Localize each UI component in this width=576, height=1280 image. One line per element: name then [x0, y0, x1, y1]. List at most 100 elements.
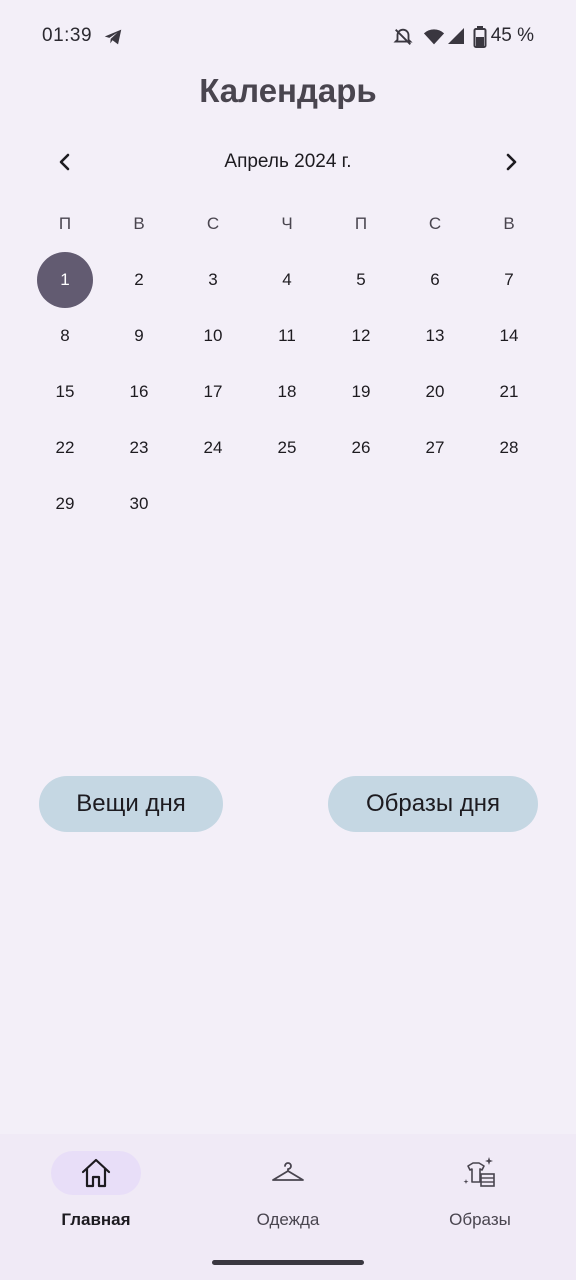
nav-item-outfits[interactable]: Образы: [384, 1134, 576, 1244]
day-cell[interactable]: 22: [28, 420, 102, 476]
day-cell[interactable]: 30: [102, 476, 176, 532]
day-number: 11: [278, 326, 296, 345]
calendar-week-row: 22 23 24 25 26 27 28: [28, 420, 546, 476]
day-cell[interactable]: 2: [102, 252, 176, 308]
day-cell[interactable]: 28: [472, 420, 546, 476]
day-number: 8: [60, 326, 70, 345]
day-number: 2: [134, 270, 144, 289]
mute-icon: [392, 26, 414, 53]
items-of-day-button[interactable]: Вещи дня: [39, 776, 223, 832]
next-month-button[interactable]: [489, 140, 533, 184]
day-cell[interactable]: 17: [176, 364, 250, 420]
day-cell[interactable]: 13: [398, 308, 472, 364]
nav-label-home: Главная: [61, 1210, 131, 1229]
day-cell[interactable]: 6: [398, 252, 472, 308]
outfits-of-day-button[interactable]: Образы дня: [328, 776, 538, 832]
nav-label-clothes: Одежда: [256, 1210, 320, 1229]
day-cell[interactable]: 27: [398, 420, 472, 476]
day-cell[interactable]: 25: [250, 420, 324, 476]
day-cell[interactable]: 12: [324, 308, 398, 364]
day-number: 15: [55, 382, 75, 401]
bottom-navigation: Главная Одежда Образы: [0, 1134, 576, 1280]
day-cell[interactable]: 4: [250, 252, 324, 308]
signal-icon: [446, 26, 466, 51]
empty-day-cell: [176, 476, 250, 532]
day-number: [333, 476, 389, 532]
nav-item-clothes[interactable]: Одежда: [192, 1134, 384, 1244]
day-cell[interactable]: 21: [472, 364, 546, 420]
calendar-week-row: 29 30: [28, 476, 546, 532]
day-number: 25: [277, 438, 297, 457]
day-cell[interactable]: 20: [398, 364, 472, 420]
empty-day-cell: [250, 476, 324, 532]
day-number: 7: [504, 270, 514, 289]
day-cell[interactable]: 10: [176, 308, 250, 364]
day-number: 16: [129, 382, 149, 401]
battery-percentage: 45 %: [490, 25, 534, 46]
day-cell[interactable]: 8: [28, 308, 102, 364]
day-cell[interactable]: 11: [250, 308, 324, 364]
battery-icon: [473, 26, 487, 53]
weekday-label: С: [428, 214, 442, 233]
selected-day-cell[interactable]: 1: [28, 252, 102, 308]
day-cell[interactable]: 18: [250, 364, 324, 420]
nav-label-outfits: Образы: [449, 1210, 511, 1229]
day-number: 19: [351, 382, 371, 401]
nav-item-home[interactable]: Главная: [0, 1134, 192, 1244]
weekday-label: В: [503, 214, 515, 233]
day-cell[interactable]: 29: [28, 476, 102, 532]
weekday-label: Ч: [281, 214, 293, 233]
day-cell[interactable]: 15: [28, 364, 102, 420]
outfit-icon: [463, 1157, 495, 1187]
day-number: 6: [430, 270, 440, 289]
calendar-week-row: 15 16 17 18 19 20 21: [28, 364, 546, 420]
telegram-icon: [102, 26, 124, 48]
day-cell[interactable]: 16: [102, 364, 176, 420]
day-cell[interactable]: 24: [176, 420, 250, 476]
hanger-icon: [272, 1162, 304, 1181]
day-number: 28: [499, 438, 519, 457]
weekday-label: П: [58, 214, 72, 233]
day-cell[interactable]: 19: [324, 364, 398, 420]
day-number: 18: [277, 382, 297, 401]
day-number: 26: [351, 438, 371, 457]
day-number: 21: [499, 382, 519, 401]
day-cell[interactable]: 23: [102, 420, 176, 476]
day-cell[interactable]: 26: [324, 420, 398, 476]
home-indicator-bar[interactable]: [212, 1260, 364, 1265]
weekday-label: П: [354, 214, 368, 233]
day-number: 24: [203, 438, 223, 457]
day-number: 29: [55, 494, 75, 513]
empty-day-cell: [472, 476, 546, 532]
nav-active-indicator: [51, 1151, 141, 1195]
wifi-icon: [423, 26, 445, 53]
weekday-label: В: [133, 214, 145, 233]
day-cell[interactable]: 14: [472, 308, 546, 364]
day-number: 14: [499, 326, 519, 345]
calendar-week-row: 8 9 10 11 12 13 14: [28, 308, 546, 364]
day-number: 12: [351, 326, 371, 345]
day-number: 4: [282, 270, 292, 289]
day-number: [481, 476, 537, 532]
page-title: Календарь: [199, 72, 377, 109]
empty-day-cell: [324, 476, 398, 532]
day-cell[interactable]: 9: [102, 308, 176, 364]
day-number: 17: [203, 382, 223, 401]
day-number: 13: [425, 326, 445, 345]
day-number: 23: [129, 438, 149, 457]
day-number: 10: [203, 326, 223, 345]
day-number: 3: [208, 270, 218, 289]
weekday-label: С: [206, 214, 220, 233]
day-number: 20: [425, 382, 445, 401]
chevron-right-icon: [506, 153, 517, 171]
calendar-week-row: 1 2 3 4 5 6 7: [28, 252, 546, 308]
day-cell[interactable]: 7: [472, 252, 546, 308]
day-cell[interactable]: 3: [176, 252, 250, 308]
status-time: 01:39: [42, 25, 93, 46]
empty-day-cell: [398, 476, 472, 532]
home-icon: [81, 1158, 111, 1188]
day-number: [259, 476, 315, 532]
day-cell[interactable]: 5: [324, 252, 398, 308]
day-number: 27: [425, 438, 445, 457]
day-number: 5: [356, 270, 366, 289]
